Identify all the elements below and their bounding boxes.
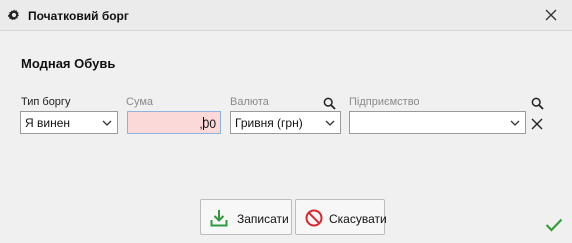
amount-input[interactable]: ,00 (127, 111, 221, 134)
amount-label: Сума (126, 96, 154, 108)
cancel-button-label: Скасувати (329, 212, 387, 226)
enterprise-label: Підприємство (349, 96, 420, 108)
title-bar: Початковий борг (0, 0, 572, 31)
window-title: Початковий борг (28, 9, 129, 23)
currency-search-icon[interactable] (323, 97, 336, 110)
chevron-down-icon (325, 120, 335, 126)
close-icon[interactable] (544, 8, 558, 22)
currency-label: Валюта (230, 96, 269, 108)
debt-type-label: Тип боргу (21, 96, 71, 108)
gear-icon (7, 9, 19, 21)
cancel-button[interactable]: Скасувати (295, 199, 387, 235)
clear-icon[interactable] (531, 118, 543, 130)
chevron-down-icon (510, 120, 520, 126)
currency-select[interactable]: Гривня (грн) (230, 111, 341, 134)
enterprise-select[interactable] (349, 111, 526, 134)
enterprise-search-icon[interactable] (531, 97, 544, 110)
debt-type-select[interactable]: Я винен (20, 111, 118, 134)
save-button-label: Записати (237, 212, 289, 226)
checkmark-icon[interactable] (545, 218, 563, 232)
company-name: Модная Обувь (21, 56, 116, 71)
currency-value: Гривня (грн) (235, 116, 303, 130)
cancel-icon (305, 209, 323, 227)
chevron-down-icon (102, 120, 112, 126)
debt-type-value: Я винен (25, 116, 71, 130)
download-icon (210, 210, 228, 227)
amount-value: ,00 (199, 117, 216, 131)
save-button[interactable]: Записати (200, 199, 292, 235)
